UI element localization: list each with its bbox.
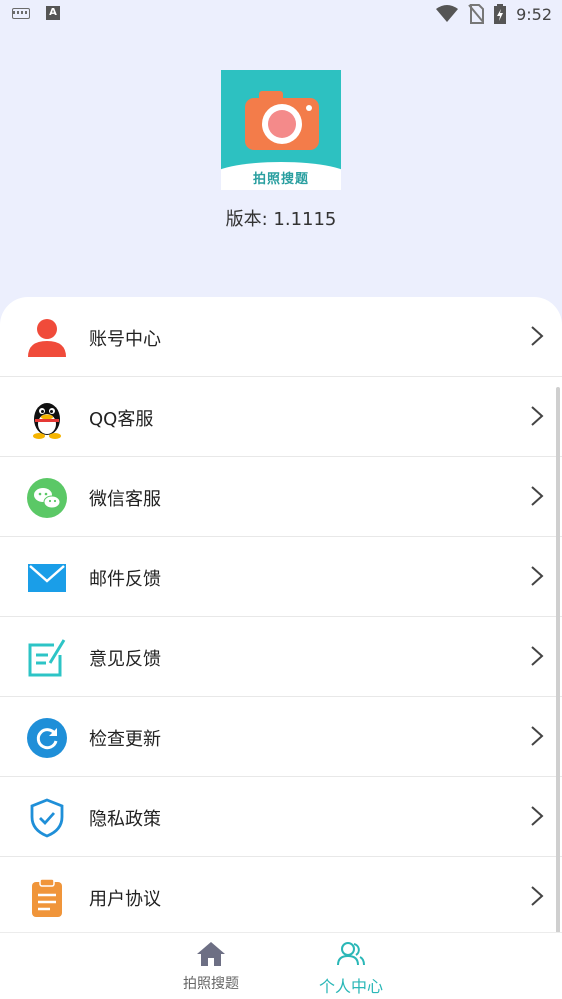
menu-item-wechat-service[interactable]: 微信客服: [0, 457, 562, 537]
logo-text: 拍照搜题: [252, 172, 309, 187]
menu-item-opinion-feedback[interactable]: 意见反馈: [0, 617, 562, 697]
edit-note-icon: [28, 639, 66, 677]
menu-item-check-update[interactable]: 检查更新: [0, 697, 562, 777]
users-icon: [337, 942, 365, 966]
keyboard-icon: [12, 7, 30, 19]
battery-charging-icon: [494, 4, 507, 24]
status-bar: A 9:52: [0, 0, 562, 30]
app-logo: 拍照搜题: [221, 70, 341, 190]
menu-item-qq-service[interactable]: QQ客服: [0, 377, 562, 457]
mail-icon: [28, 564, 66, 592]
chevron-right-icon: [531, 886, 544, 906]
chevron-right-icon: [531, 726, 544, 746]
menu-item-email-feedback[interactable]: 邮件反馈: [0, 537, 562, 617]
menu-item-user-agreement[interactable]: 用户协议: [0, 857, 562, 937]
chevron-right-icon: [531, 646, 544, 666]
no-sim-icon: [468, 4, 485, 24]
refresh-icon: [27, 718, 67, 758]
a-icon: A: [46, 6, 60, 20]
tab-photo-search[interactable]: 拍照搜题: [161, 941, 261, 993]
bottom-nav: 拍照搜题 个人中心: [0, 932, 562, 999]
status-time: 9:52: [516, 4, 552, 24]
chevron-right-icon: [531, 806, 544, 826]
menu-label: 隐私政策: [89, 809, 161, 830]
chevron-right-icon: [531, 486, 544, 506]
chevron-right-icon: [531, 566, 544, 586]
menu-label: 微信客服: [89, 489, 161, 510]
shield-check-icon: [30, 798, 64, 838]
tab-label: 个人中心: [318, 977, 383, 996]
menu-item-account[interactable]: 账号中心: [0, 297, 562, 377]
home-icon: [197, 942, 225, 966]
menu-label: 意见反馈: [89, 649, 161, 670]
menu-label: 检查更新: [89, 729, 161, 750]
menu-label: 邮件反馈: [89, 569, 161, 590]
wechat-icon: [27, 478, 67, 518]
menu-label: 用户协议: [89, 889, 161, 910]
wifi-icon: [436, 5, 459, 22]
menu-card: 账号中心 QQ客服 微信客服 邮件反馈 意见反馈 检查更新 隐私政策 用户协议: [0, 297, 562, 999]
qq-penguin-icon: [33, 403, 61, 439]
version-label: 版本: 1.1115: [225, 209, 337, 230]
menu-label: QQ客服: [89, 409, 154, 430]
menu-label: 账号中心: [89, 329, 161, 350]
user-icon: [28, 319, 66, 357]
chevron-right-icon: [531, 406, 544, 426]
tab-label: 拍照搜题: [183, 976, 239, 992]
clipboard-icon: [32, 878, 62, 917]
tab-personal-center[interactable]: 个人中心: [301, 941, 401, 997]
scrollbar[interactable]: [556, 387, 560, 999]
chevron-right-icon: [531, 326, 544, 346]
menu-item-privacy-policy[interactable]: 隐私政策: [0, 777, 562, 857]
